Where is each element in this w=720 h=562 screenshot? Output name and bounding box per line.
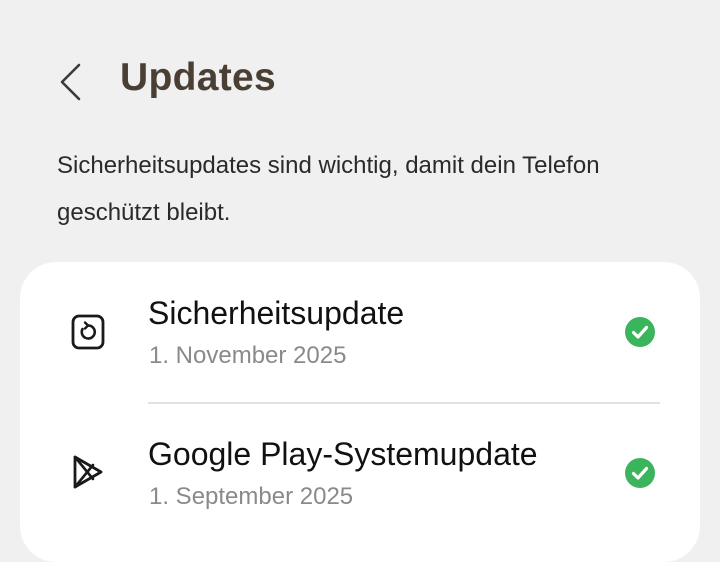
header: Updates [0, 0, 720, 140]
page-title: Updates [120, 56, 276, 99]
update-title: Sicherheitsupdate [148, 295, 405, 331]
updates-card: Sicherheitsupdate 1. November 2025 Googl… [20, 262, 700, 562]
security-update-icon [68, 312, 108, 352]
google-play-icon [68, 452, 108, 492]
update-date: 1. September 2025 [149, 483, 354, 510]
check-circle-icon [625, 317, 655, 347]
chevron-left-icon [60, 63, 81, 101]
update-title: Google Play-Systemupdate [148, 436, 538, 472]
security-update-item[interactable]: Sicherheitsupdate 1. November 2025 [20, 262, 700, 402]
check-circle-icon [625, 458, 655, 488]
update-date: 1. November 2025 [149, 342, 347, 369]
google-play-system-update-item[interactable]: Google Play-Systemupdate 1. September 20… [20, 403, 700, 543]
description-text: Sicherheitsupdates sind wichtig, damit d… [57, 152, 600, 226]
back-button[interactable] [46, 56, 94, 108]
